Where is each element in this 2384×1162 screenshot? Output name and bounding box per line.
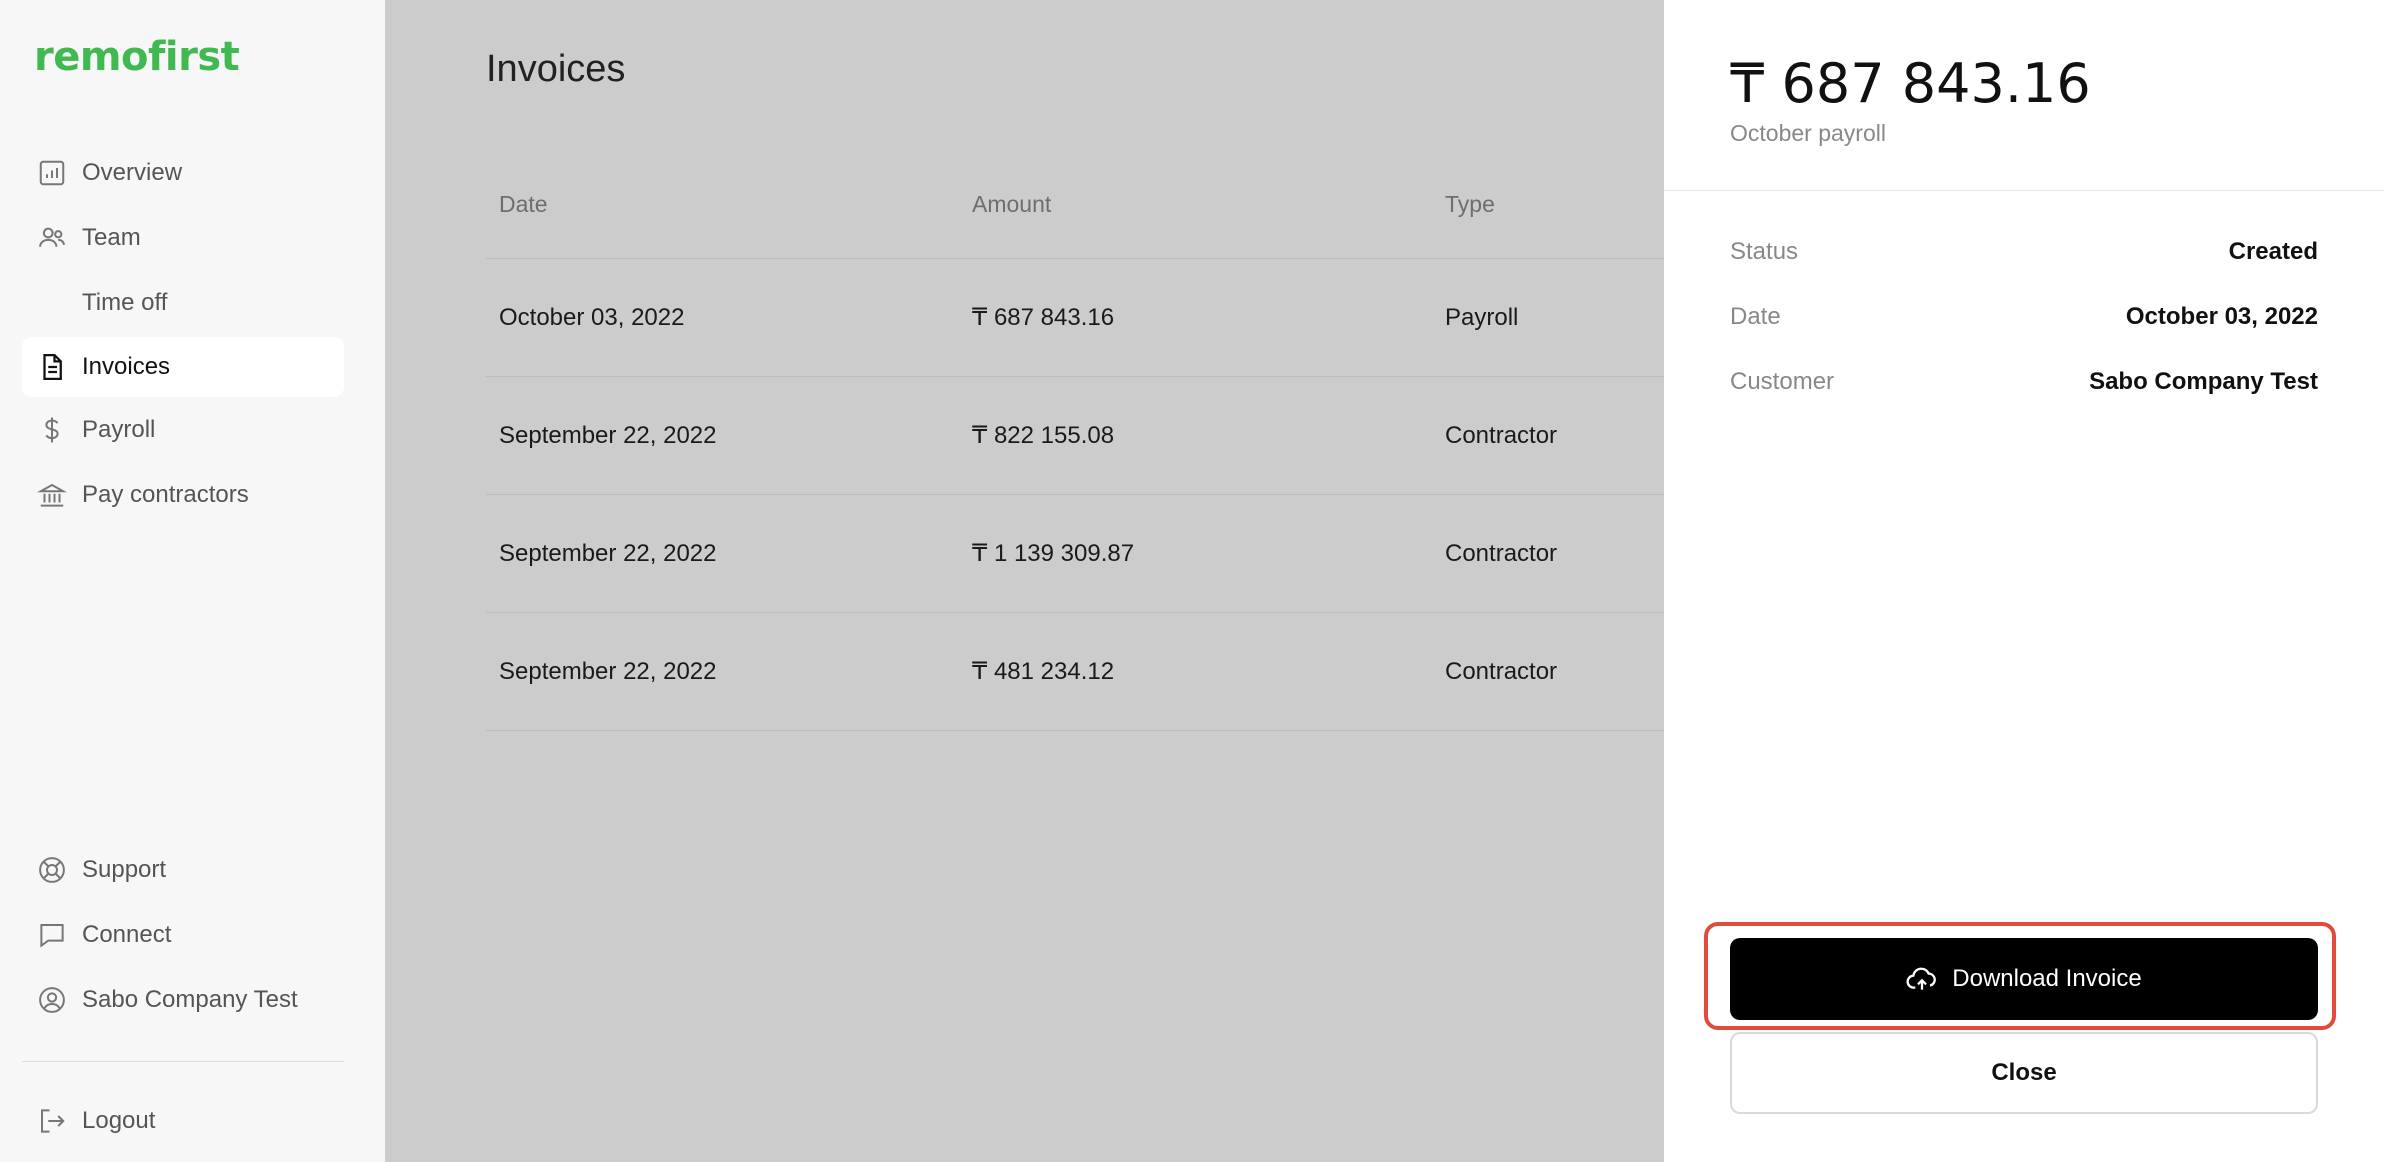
cell-date: October 03, 2022 <box>499 303 685 331</box>
close-button[interactable]: Close <box>1730 1032 2318 1114</box>
sidebar-item-connect[interactable]: Connect <box>22 905 344 965</box>
detail-label: Date <box>1730 303 1781 330</box>
sidebar-item-label: Overview <box>82 159 183 186</box>
column-header-amount: Amount <box>972 190 1052 217</box>
detail-label: Status <box>1730 238 1799 265</box>
bank-icon <box>36 479 68 511</box>
people-icon <box>36 222 68 254</box>
sidebar-item-label: Connect <box>82 921 172 948</box>
cell-date: September 22, 2022 <box>499 539 717 567</box>
detail-value: Sabo Company Test <box>2089 368 2318 395</box>
table-row[interactable]: October 03, 2022 ₸ 687 843.16 Payroll <box>486 259 1666 377</box>
detail-row-date: Date October 03, 2022 <box>1730 303 2318 331</box>
sidebar: remofirst Overview Team Time off Invoice… <box>0 0 385 1162</box>
cell-type: Contractor <box>1445 421 1558 449</box>
sidebar-item-invoices[interactable]: Invoices <box>22 337 344 397</box>
invoice-subtitle: October payroll <box>1730 120 1886 146</box>
remofirst-logo[interactable]: remofirst <box>34 34 240 80</box>
sidebar-item-label: Time off <box>82 289 168 316</box>
sidebar-item-team[interactable]: Team <box>22 208 344 268</box>
main-content-overlay[interactable]: Invoices Date Amount Type October 03, 20… <box>385 0 2052 1162</box>
cell-type: Contractor <box>1445 539 1558 567</box>
sidebar-item-time-off[interactable]: Time off <box>22 273 344 333</box>
sidebar-item-payroll[interactable]: Payroll <box>22 400 344 460</box>
cell-amount: ₸ 481 234.12 <box>972 658 1115 685</box>
logout-icon <box>36 1105 68 1137</box>
sidebar-item-label: Logout <box>82 1107 156 1134</box>
lifebuoy-icon <box>36 854 68 886</box>
invoices-table: Date Amount Type October 03, 2022 ₸ 687 … <box>486 150 1666 731</box>
cell-type: Payroll <box>1445 303 1519 331</box>
page-title: Invoices <box>486 48 626 90</box>
invoice-amount: ₸ 687 843.16 <box>1730 52 2091 115</box>
detail-value: October 03, 2022 <box>2125 303 2318 330</box>
dollar-icon <box>36 414 68 446</box>
download-invoice-label: Download Invoice <box>1952 965 2142 992</box>
sidebar-item-support[interactable]: Support <box>22 840 344 900</box>
invoice-detail-drawer: ₸ 687 843.16 October payroll Status Crea… <box>1664 0 2384 1162</box>
cloud-upload-icon <box>1906 963 1938 995</box>
sidebar-item-label: Invoices <box>82 353 171 380</box>
column-header-type: Type <box>1445 190 1495 217</box>
cell-amount: ₸ 822 155.08 <box>972 422 1115 449</box>
document-icon <box>36 351 68 383</box>
detail-row-status: Status Created <box>1730 238 2318 266</box>
cell-date: September 22, 2022 <box>499 421 717 449</box>
chat-icon <box>36 919 68 951</box>
blank-icon <box>36 287 68 319</box>
table-row[interactable]: September 22, 2022 ₸ 1 139 309.87 Contra… <box>486 495 1666 613</box>
sidebar-item-label: Sabo Company Test <box>82 986 298 1013</box>
detail-row-customer: Customer Sabo Company Test <box>1730 368 2318 396</box>
drawer-divider <box>1664 190 2384 191</box>
sidebar-item-overview[interactable]: Overview <box>22 143 344 203</box>
cell-date: September 22, 2022 <box>499 657 717 685</box>
column-header-date: Date <box>499 190 548 217</box>
table-row[interactable]: September 22, 2022 ₸ 822 155.08 Contract… <box>486 377 1666 495</box>
sidebar-item-label: Payroll <box>82 416 156 443</box>
sidebar-item-label: Team <box>82 224 141 251</box>
cell-type: Contractor <box>1445 657 1558 685</box>
sidebar-item-label: Support <box>82 856 167 883</box>
detail-label: Customer <box>1730 368 1835 395</box>
chart-icon <box>36 157 68 189</box>
sidebar-item-pay-contractors[interactable]: Pay contractors <box>22 465 344 525</box>
cell-amount: ₸ 1 139 309.87 <box>972 540 1135 567</box>
cell-amount: ₸ 687 843.16 <box>972 304 1115 331</box>
sidebar-item-account[interactable]: Sabo Company Test <box>22 970 344 1030</box>
sidebar-divider <box>22 1061 344 1062</box>
sidebar-item-label: Pay contractors <box>82 481 249 508</box>
table-row[interactable]: September 22, 2022 ₸ 481 234.12 Contract… <box>486 613 1666 731</box>
sidebar-item-logout[interactable]: Logout <box>22 1091 344 1151</box>
table-header: Date Amount Type <box>486 150 1666 259</box>
download-invoice-button[interactable]: Download Invoice <box>1730 938 2318 1020</box>
detail-value: Created <box>2228 238 2318 265</box>
user-circle-icon <box>36 984 68 1016</box>
